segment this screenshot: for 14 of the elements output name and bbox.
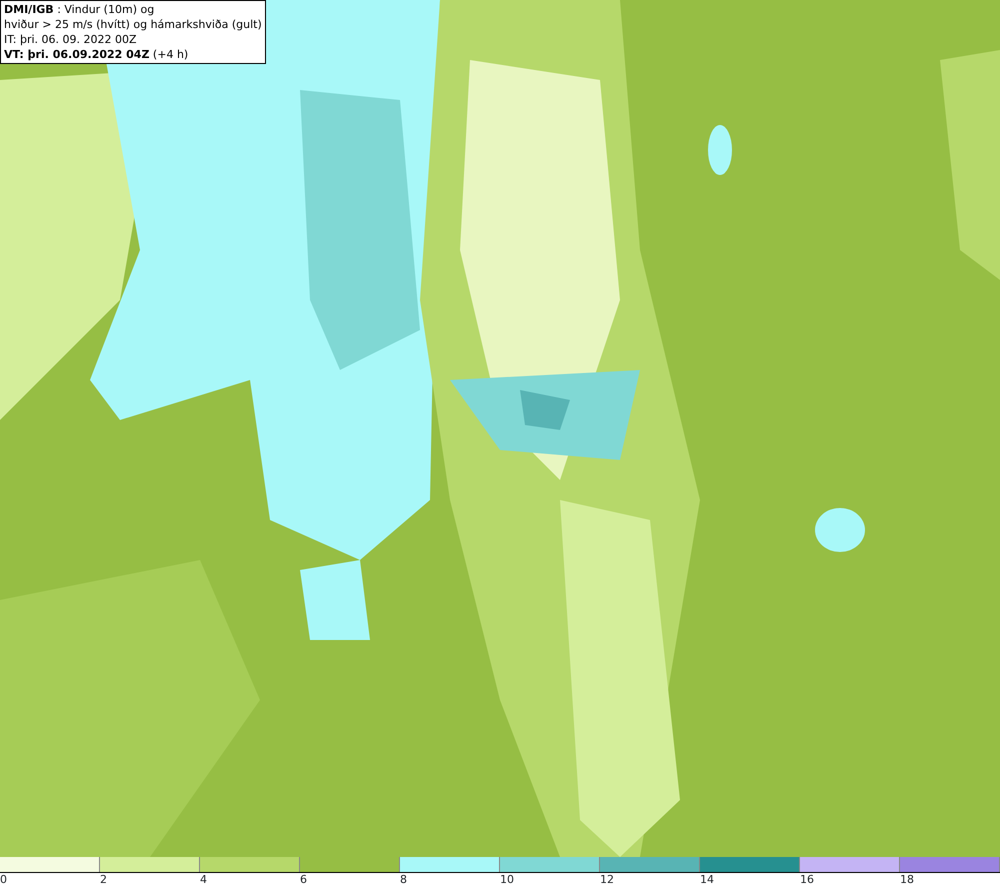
scale-label: 12 bbox=[600, 873, 614, 887]
info-text: hviður > 25 m/s (hvítt) og hámarkshviða (gult) bbox=[4, 17, 262, 32]
info-text: DMI/IGB : Vindur (10m) og bbox=[4, 2, 156, 17]
scale-label: 6 bbox=[300, 873, 307, 887]
scale-label: 4 bbox=[200, 873, 207, 887]
scale-label: 8 bbox=[400, 873, 407, 887]
scale-label: 14 bbox=[700, 873, 714, 887]
scale-label: 2 bbox=[100, 873, 107, 887]
info-text: VT: þri. 06.09.2022 04Z (+4 h) bbox=[4, 47, 190, 62]
scale-label: 0 bbox=[0, 873, 7, 887]
info-text: IT: þri. 06. 09. 2022 00Z bbox=[4, 32, 138, 47]
scale-label: 16 bbox=[800, 873, 814, 887]
scale-label: 18 bbox=[900, 873, 914, 887]
scale-label: 10 bbox=[500, 873, 514, 887]
